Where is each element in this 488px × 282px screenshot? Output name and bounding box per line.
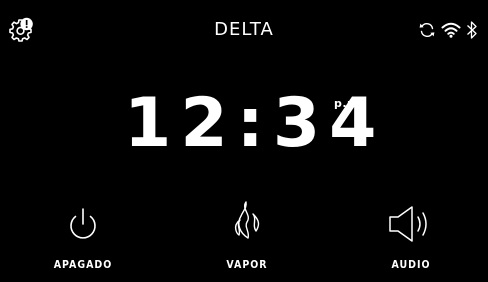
device-title: DELTA [214,19,274,40]
vapor-button[interactable]: VAPOR [197,200,297,276]
status-bar [418,19,478,41]
audio-button[interactable]: AUDIO [361,200,461,276]
power-button[interactable]: APAGADO [33,200,133,276]
power-icon [70,208,96,239]
speaker-icon [389,206,427,242]
clock-period: p.m. [334,97,364,110]
power-label: APAGADO [53,259,113,271]
thermostat-screen: DELTA 12:34 p.m. APAGADO VAPOR AUDIO [0,0,488,282]
wifi-icon [441,22,461,38]
vapor-label: VAPOR [226,259,268,271]
bluetooth-icon [467,21,477,39]
steam-icon [234,201,260,239]
sync-icon [419,22,435,38]
audio-label: AUDIO [391,259,431,271]
